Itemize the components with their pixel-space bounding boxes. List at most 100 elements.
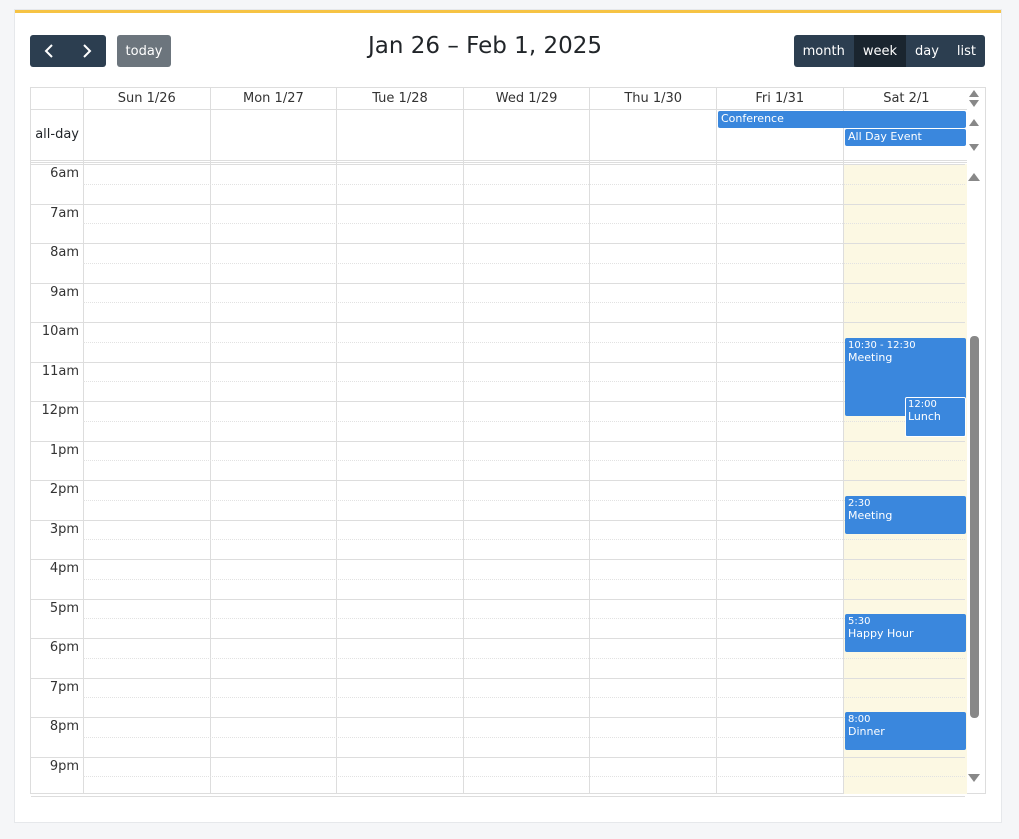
hour-line [31, 480, 965, 481]
scroll-down-icon[interactable] [968, 774, 980, 782]
chevron-right-icon [83, 44, 92, 58]
chevron-left-icon [44, 44, 53, 58]
half-hour-line [83, 223, 965, 225]
half-hour-line [83, 499, 965, 501]
half-hour-line [83, 618, 965, 620]
week-grid: Sun 1/26 Mon 1/27 Tue 1/28 Wed 1/29 Thu 1/30… [30, 87, 986, 797]
half-hour-line [83, 776, 965, 778]
hour-line [31, 598, 965, 600]
view-switcher: month week day list [793, 35, 985, 67]
hour-line [31, 677, 965, 679]
column-header: Thu 1/30 [589, 88, 716, 109]
time-label: 7pm [49, 679, 79, 695]
time-label: 8pm [49, 719, 79, 734]
time-label: 3pm [49, 521, 79, 537]
half-hour-line [83, 341, 965, 343]
half-hour-line [83, 697, 965, 699]
scroll-up-icon[interactable] [969, 90, 979, 97]
time-label: 8am [50, 245, 79, 260]
allday-scrollbar[interactable] [965, 88, 985, 160]
allday-label: all-day [35, 127, 79, 142]
column-header: Mon 1/27 [209, 88, 337, 109]
hour-line [31, 440, 965, 442]
event-time: 2:30 [848, 498, 871, 509]
half-hour-line [83, 736, 965, 738]
event-time: 8:00 [848, 714, 871, 725]
time-label: 10am [41, 324, 79, 339]
time-label: 2pm [49, 482, 79, 497]
time-label: 6am [50, 166, 79, 181]
view-month-button[interactable]: month [793, 35, 854, 67]
view-day-button[interactable]: day [905, 35, 948, 67]
event-time: 5:30 [848, 616, 871, 627]
time-label: 7am [50, 205, 79, 221]
time-label: 1pm [49, 442, 79, 458]
allday-event-all-day-event[interactable]: All Day Event [845, 129, 966, 146]
hour-line [31, 282, 965, 284]
scroll-down-icon[interactable] [969, 144, 979, 151]
event-title: All Day Event [848, 130, 922, 143]
time-label: 5pm [49, 600, 79, 616]
half-hour-line [83, 657, 965, 659]
event-title: Happy Hour [848, 627, 914, 640]
event-title: Lunch [908, 410, 941, 423]
today-button[interactable]: today [117, 35, 171, 67]
event-title: Dinner [848, 725, 885, 738]
next-button[interactable] [68, 35, 106, 67]
hour-line [31, 796, 965, 797]
time-label: 9am [50, 284, 79, 300]
hour-line [31, 401, 965, 402]
half-hour-line [83, 539, 965, 541]
half-hour-line [83, 262, 965, 264]
calendar-card: today Jan 26 – Feb 1, 2025 month week da… [15, 10, 1001, 822]
hour-line [31, 164, 965, 165]
column-header: Fri 1/31 [716, 88, 843, 109]
event-dinner[interactable]: 8:00 Dinner [845, 712, 966, 750]
view-list-button[interactable]: list [947, 35, 985, 67]
scroll-up-icon[interactable] [968, 173, 980, 181]
event-time: 12:00 [908, 399, 937, 410]
hour-line [31, 203, 965, 205]
time-label: 12pm [41, 403, 79, 418]
timegrid-scrollbar[interactable] [965, 164, 985, 794]
hour-line [31, 361, 965, 363]
prev-button[interactable] [30, 35, 68, 67]
scroll-down-icon[interactable] [969, 100, 979, 107]
scroll-up-icon[interactable] [969, 119, 979, 126]
allday-divider [31, 160, 967, 161]
half-hour-line [83, 420, 965, 422]
scroll-thumb[interactable] [970, 336, 979, 718]
half-hour-line [83, 302, 965, 304]
column-header: Tue 1/28 [336, 88, 463, 109]
event-time: 10:30 - 12:30 [848, 340, 916, 351]
calendar-title: Jan 26 – Feb 1, 2025 [368, 33, 602, 59]
half-hour-line [83, 460, 965, 462]
event-happy-hour[interactable]: 5:30 Happy Hour [845, 614, 966, 652]
hour-line [31, 322, 965, 323]
column-header: Sat 2/1 [842, 88, 970, 109]
event-lunch[interactable]: 12:00 Lunch [905, 397, 966, 437]
column-header: Wed 1/29 [462, 88, 590, 109]
today-column-highlight [842, 164, 967, 794]
column-header: Sun 1/26 [83, 88, 210, 109]
hour-line [31, 519, 965, 521]
hour-line [31, 243, 965, 244]
event-title: Meeting [848, 509, 893, 522]
half-hour-line [83, 183, 965, 185]
event-meeting-afternoon[interactable]: 2:30 Meeting [845, 496, 966, 534]
half-hour-line [83, 578, 965, 580]
header-divider [31, 109, 967, 110]
hour-line [31, 559, 965, 560]
event-title: Conference [721, 112, 784, 125]
time-label: 11am [41, 363, 79, 379]
hour-line [31, 717, 965, 718]
allday-divider [31, 162, 967, 163]
hour-line [31, 638, 965, 639]
view-week-button[interactable]: week [853, 35, 906, 67]
allday-event-conference[interactable]: Conference [718, 111, 966, 128]
time-label: 6pm [49, 640, 79, 655]
time-label: 9pm [49, 758, 79, 774]
time-label: 4pm [49, 561, 79, 576]
hour-line [31, 756, 965, 758]
half-hour-line [83, 381, 965, 383]
